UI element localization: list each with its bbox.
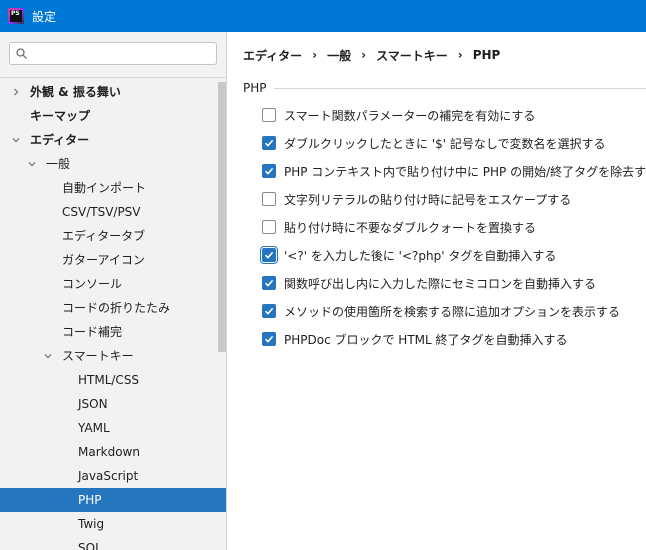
- tree-item[interactable]: Markdown: [0, 440, 216, 464]
- breadcrumb: エディター › 一般 › スマートキー › PHP: [243, 46, 500, 64]
- option-label: メソッドの使用箇所を検索する際に追加オプションを表示する: [284, 304, 621, 319]
- tree-item-label: コードの折りたたみ: [62, 301, 171, 315]
- checkbox-checked[interactable]: [262, 304, 276, 318]
- search-input[interactable]: [36, 45, 212, 62]
- chevron-down-icon[interactable]: [10, 128, 22, 152]
- checkbox-checked[interactable]: [262, 136, 276, 150]
- checkbox-unchecked[interactable]: [262, 108, 276, 122]
- tree-item-label: キーマップ: [30, 109, 91, 123]
- tree-item[interactable]: Twig: [0, 512, 216, 536]
- option-label: PHP コンテキスト内で貼り付け中に PHP の開始/終了タグを除去する: [284, 164, 646, 179]
- breadcrumb-separator: ›: [361, 48, 367, 62]
- tree-item-label: スマートキー: [62, 349, 134, 363]
- chevron-down-icon[interactable]: [26, 152, 38, 176]
- tree-item-label: Markdown: [78, 445, 140, 459]
- tree-item[interactable]: 自動インポート: [0, 176, 216, 200]
- breadcrumb-item[interactable]: 一般: [327, 47, 351, 64]
- tree-item[interactable]: ガターアイコン: [0, 248, 216, 272]
- tree-item-label: JavaScript: [78, 469, 139, 483]
- breadcrumb-item[interactable]: スマートキー: [376, 47, 448, 64]
- settings-content-panel: エディター › 一般 › スマートキー › PHP PHP スマート関数パラメーターの補完を…: [228, 32, 646, 550]
- tree-item[interactable]: エディター: [0, 128, 216, 152]
- tree-item-label: HTML/CSS: [78, 373, 140, 387]
- tree-item[interactable]: HTML/CSS: [0, 368, 216, 392]
- tree-item-label: コンソール: [62, 277, 123, 291]
- option-row[interactable]: 文字列リテラルの貼り付け時に記号をエスケープする: [262, 189, 571, 209]
- search-icon: [16, 48, 27, 59]
- settings-search-box[interactable]: [9, 42, 217, 65]
- tree-item[interactable]: 外観 & 振る舞い: [0, 80, 216, 104]
- sidebar-divider: [0, 77, 226, 78]
- checkbox-checked[interactable]: [262, 276, 276, 290]
- option-row[interactable]: '<?' を入力した後に '<?php' タグを自動挿入する: [260, 245, 557, 265]
- breadcrumb-item[interactable]: エディター: [243, 47, 302, 64]
- option-label: PHPDoc ブロックで HTML 終了タグを自動挿入する: [284, 332, 568, 347]
- tree-item-label: エディター: [30, 133, 90, 147]
- window-title: 設定: [32, 9, 57, 24]
- sidebar-scrollbar-thumb[interactable]: [218, 82, 226, 352]
- group-title: PHP: [243, 81, 267, 95]
- tree-item-label: コード補完: [62, 325, 123, 339]
- title-bar: PS 設定: [0, 0, 646, 32]
- tree-item[interactable]: JSON: [0, 392, 216, 416]
- tree-item[interactable]: CSV/TSV/PSV: [0, 200, 216, 224]
- chevron-down-icon[interactable]: [42, 344, 54, 368]
- tree-item-label: 一般: [46, 157, 71, 171]
- option-label: 文字列リテラルの貼り付け時に記号をエスケープする: [284, 192, 572, 207]
- tree-item-label: Twig: [78, 517, 105, 531]
- option-label: 関数呼び出し内に入力した際にセミコロンを自動挿入する: [284, 276, 597, 291]
- tree-item[interactable]: JavaScript: [0, 464, 216, 488]
- tree-item-label: CSV/TSV/PSV: [62, 205, 141, 219]
- tree-item[interactable]: PHP: [0, 488, 226, 512]
- tree-item[interactable]: キーマップ: [0, 104, 216, 128]
- tree-item[interactable]: 一般: [0, 152, 216, 176]
- breadcrumb-separator: ›: [312, 48, 318, 62]
- tree-item[interactable]: コードの折りたたみ: [0, 296, 216, 320]
- tree-item-label: エディタータブ: [62, 229, 146, 243]
- settings-sidebar: 外観 & 振る舞い キーマップエディター一般自動インポート CSV/TSV/PSV エ…: [0, 32, 227, 550]
- option-row[interactable]: 関数呼び出し内に入力した際にセミコロンを自動挿入する: [262, 273, 596, 293]
- check-icon: [264, 335, 274, 343]
- settings-tree: 外観 & 振る舞い キーマップエディター一般自動インポート CSV/TSV/PSV エ…: [0, 80, 226, 550]
- option-row[interactable]: 貼り付け時に不要なダブルクォートを置換する: [262, 217, 536, 237]
- checkbox-checked[interactable]: [262, 164, 276, 178]
- breadcrumb-separator: ›: [457, 48, 463, 62]
- checkbox-unchecked[interactable]: [262, 220, 276, 234]
- check-icon: [264, 139, 274, 147]
- tree-item[interactable]: SQL: [0, 536, 216, 550]
- breadcrumb-item[interactable]: PHP: [473, 48, 501, 62]
- option-label: ダブルクリックしたときに '$' 記号なしで変数名を選択する: [284, 136, 606, 151]
- option-row[interactable]: スマート関数パラメーターの補完を有効にする: [262, 105, 535, 125]
- phpstorm-app-icon: PS: [8, 8, 24, 24]
- check-icon: [264, 251, 274, 259]
- tree-item-label: SQL: [78, 541, 102, 550]
- check-icon: [264, 279, 274, 287]
- app-icon-text: PS: [10, 10, 22, 22]
- option-label: スマート関数パラメーターの補完を有効にする: [284, 108, 536, 123]
- tree-item[interactable]: コード補完: [0, 320, 216, 344]
- option-row[interactable]: PHP コンテキスト内で貼り付け中に PHP の開始/終了タグを除去する: [262, 161, 646, 181]
- tree-item-label: ガターアイコン: [62, 253, 145, 267]
- option-row[interactable]: ダブルクリックしたときに '$' 記号なしで変数名を選択する: [262, 133, 606, 153]
- tree-item[interactable]: コンソール: [0, 272, 216, 296]
- checkbox-checked[interactable]: [260, 246, 278, 264]
- tree-item[interactable]: スマートキー: [0, 344, 216, 368]
- option-label: 貼り付け時に不要なダブルクォートを置換する: [284, 220, 537, 235]
- tree-item[interactable]: YAML: [0, 416, 216, 440]
- checkbox-checked[interactable]: [262, 332, 276, 346]
- chevron-right-icon[interactable]: [10, 80, 22, 104]
- tree-item-label: 外観 & 振る舞い: [30, 85, 121, 99]
- option-row[interactable]: メソッドの使用箇所を検索する際に追加オプションを表示する: [262, 301, 620, 321]
- check-icon: [264, 167, 274, 175]
- check-icon: [264, 307, 274, 315]
- option-row[interactable]: PHPDoc ブロックで HTML 終了タグを自動挿入する: [262, 329, 568, 349]
- option-label: '<?' を入力した後に '<?php' タグを自動挿入する: [284, 248, 557, 263]
- group-divider: [274, 88, 646, 89]
- tree-item[interactable]: エディタータブ: [0, 224, 216, 248]
- tree-item-label: JSON: [78, 397, 108, 411]
- tree-item-label: 自動インポート: [62, 181, 147, 195]
- tree-item-label: PHP: [78, 493, 102, 507]
- checkbox-unchecked[interactable]: [262, 192, 276, 206]
- tree-item-label: YAML: [78, 421, 110, 435]
